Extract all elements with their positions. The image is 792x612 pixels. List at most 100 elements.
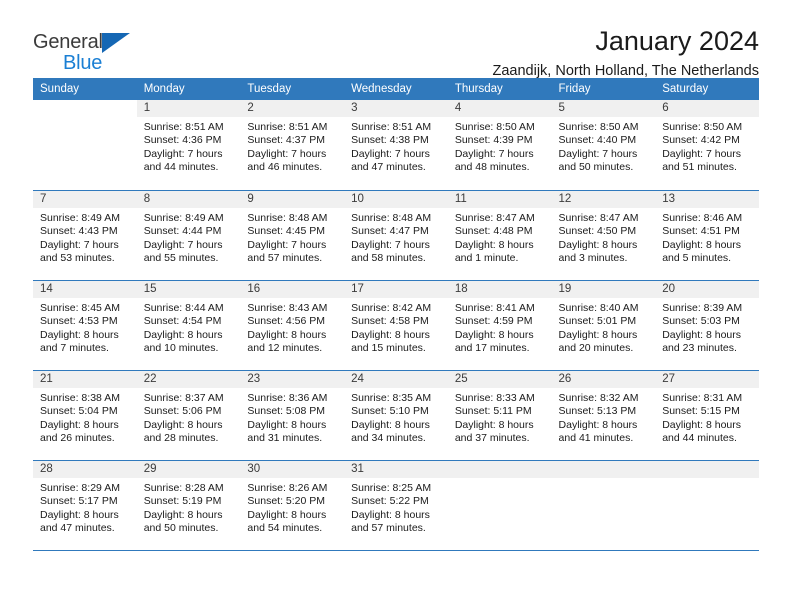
daylight-text-line1: Daylight: 8 hours [247, 508, 327, 521]
calendar-day-cell[interactable]: 29 Sunrise: 8:28 AM Sunset: 5:19 PM Dayligh… [136, 460, 241, 550]
sunrise-text: Sunrise: 8:40 AM [558, 302, 639, 314]
daylight-text-line1: Daylight: 8 hours [558, 238, 638, 251]
daylight-text-line1: Daylight: 8 hours [247, 328, 327, 341]
day-details: Sunrise: 8:45 AM Sunset: 4:53 PM Daylight:… [33, 298, 137, 356]
sunrise-text: Sunrise: 8:38 AM [40, 392, 120, 404]
day-details: Sunrise: 8:40 AM Sunset: 5:01 PM Daylight:… [552, 298, 656, 356]
sunset-text: Sunset: 5:01 PM [558, 315, 637, 328]
sunrise-text: Sunrise: 8:47 AM [454, 212, 535, 224]
calendar-day-cell[interactable]: 16 Sunrise: 8:43 AM Sunset: 4:56 PM Dayligh… [240, 280, 345, 370]
daylight-text-line2: and 1 minute. [454, 252, 519, 265]
day-cell-inner: 8 Sunrise: 8:49 AM Sunset: 4:44 PM Daylight… [136, 190, 241, 280]
day-cell-inner: 29 Sunrise: 8:28 AM Sunset: 5:19 PM Dayligh… [136, 460, 241, 550]
calendar-day-cell[interactable]: 30 Sunrise: 8:26 AM Sunset: 5:20 PM Dayligh… [240, 460, 345, 550]
calendar-day-cell[interactable]: 22 Sunrise: 8:37 AM Sunset: 5:06 PM Dayligh… [136, 370, 241, 460]
day-number: 26 [551, 371, 656, 388]
daylight-text-line2: and 17 minutes. [454, 342, 530, 355]
daylight-text-line1: Daylight: 8 hours [558, 328, 638, 341]
day-cell-inner: 23 Sunrise: 8:36 AM Sunset: 5:08 PM Dayligh… [240, 370, 345, 460]
calendar-day-cell[interactable]: 27 Sunrise: 8:31 AM Sunset: 5:15 PM Dayligh… [655, 370, 759, 460]
day-details: Sunrise: 8:42 AM Sunset: 4:58 PM Daylight:… [344, 298, 448, 356]
day-cell-inner: 30 Sunrise: 8:26 AM Sunset: 5:20 PM Dayligh… [240, 460, 345, 550]
calendar-day-cell[interactable]: 19 Sunrise: 8:40 AM Sunset: 5:01 PM Dayligh… [551, 280, 656, 370]
daylight-text-line2: and 15 minutes. [351, 342, 426, 355]
calendar-day-cell[interactable]: 26 Sunrise: 8:32 AM Sunset: 5:13 PM Dayligh… [551, 370, 656, 460]
calendar-day-cell[interactable]: 4 Sunrise: 8:50 AM Sunset: 4:39 PM Daylight… [447, 100, 552, 190]
day-details: Sunrise: 8:32 AM Sunset: 5:13 PM Daylight:… [552, 388, 656, 446]
calendar-day-cell[interactable]: 1 Sunrise: 8:51 AM Sunset: 4:36 PM Daylight… [136, 100, 241, 190]
day-details: Sunrise: 8:37 AM Sunset: 5:06 PM Daylight:… [137, 388, 241, 446]
day-number [655, 461, 759, 478]
calendar-day-cell[interactable]: 13 Sunrise: 8:46 AM Sunset: 4:51 PM Dayligh… [655, 190, 759, 280]
calendar-day-cell[interactable]: 5 Sunrise: 8:50 AM Sunset: 4:40 PM Daylight… [551, 100, 656, 190]
calendar-day-cell[interactable]: 2 Sunrise: 8:51 AM Sunset: 4:37 PM Daylight… [240, 100, 345, 190]
calendar-day-cell[interactable]: 3 Sunrise: 8:51 AM Sunset: 4:38 PM Daylight… [344, 100, 448, 190]
sunrise-text: Sunrise: 8:36 AM [247, 392, 328, 404]
calendar-day-cell[interactable]: 8 Sunrise: 8:49 AM Sunset: 4:44 PM Daylight… [136, 190, 241, 280]
sunset-text: Sunset: 4:44 PM [143, 225, 222, 238]
day-details [448, 478, 552, 482]
daylight-text-line2: and 48 minutes. [454, 161, 530, 174]
day-cell-inner: 10 Sunrise: 8:48 AM Sunset: 4:47 PM Dayligh… [344, 190, 448, 280]
day-cell-inner: 12 Sunrise: 8:47 AM Sunset: 4:50 PM Dayligh… [551, 190, 656, 280]
day-details: Sunrise: 8:35 AM Sunset: 5:10 PM Daylight:… [344, 388, 448, 446]
day-cell-inner: 1 Sunrise: 8:51 AM Sunset: 4:36 PM Daylight… [136, 100, 241, 190]
day-number [447, 461, 552, 478]
calendar-day-cell[interactable]: 7 Sunrise: 8:49 AM Sunset: 4:43 PM Daylight… [33, 190, 137, 280]
calendar-day-cell[interactable]: 25 Sunrise: 8:33 AM Sunset: 5:11 PM Dayligh… [447, 370, 552, 460]
daylight-text-line1: Daylight: 8 hours [143, 328, 223, 341]
day-number: 24 [344, 371, 448, 388]
calendar-day-cell[interactable]: 24 Sunrise: 8:35 AM Sunset: 5:10 PM Dayligh… [344, 370, 448, 460]
page-title: January 2024 [595, 26, 759, 56]
day-cell-inner: 21 Sunrise: 8:38 AM Sunset: 5:04 PM Dayligh… [33, 370, 137, 460]
calendar-day-cell[interactable]: 9 Sunrise: 8:48 AM Sunset: 4:45 PM Daylight… [240, 190, 345, 280]
daylight-text-line2: and 53 minutes. [40, 252, 115, 265]
day-details: Sunrise: 8:38 AM Sunset: 5:04 PM Daylight:… [33, 388, 137, 446]
day-number: 1 [136, 100, 241, 117]
day-details: Sunrise: 8:51 AM Sunset: 4:36 PM Daylight:… [137, 117, 241, 175]
calendar-day-cell[interactable]: 14 Sunrise: 8:45 AM Sunset: 4:53 PM Dayligh… [33, 280, 137, 370]
daylight-text-line1: Daylight: 7 hours [247, 238, 327, 251]
sunrise-text: Sunrise: 8:51 AM [351, 121, 432, 133]
calendar-day-cell[interactable]: 6 Sunrise: 8:50 AM Sunset: 4:42 PM Daylight… [655, 100, 759, 190]
calendar-day-cell[interactable]: 21 Sunrise: 8:38 AM Sunset: 5:04 PM Dayligh… [33, 370, 137, 460]
calendar-empty-cell [447, 460, 552, 550]
calendar-week-row: 14 Sunrise: 8:45 AM Sunset: 4:53 PM Dayligh… [33, 280, 759, 370]
sunrise-text: Sunrise: 8:39 AM [662, 302, 743, 314]
daylight-text-line2: and 50 minutes. [558, 161, 634, 174]
calendar-day-cell[interactable]: 31 Sunrise: 8:25 AM Sunset: 5:22 PM Dayligh… [344, 460, 448, 550]
calendar-day-cell[interactable]: 17 Sunrise: 8:42 AM Sunset: 4:58 PM Dayligh… [344, 280, 448, 370]
sunrise-text: Sunrise: 8:31 AM [662, 392, 743, 404]
calendar-day-cell[interactable]: 28 Sunrise: 8:29 AM Sunset: 5:17 PM Dayligh… [33, 460, 137, 550]
calendar-day-cell[interactable]: 12 Sunrise: 8:47 AM Sunset: 4:50 PM Dayligh… [551, 190, 656, 280]
sunset-text: Sunset: 5:08 PM [247, 405, 326, 418]
day-number: 4 [447, 100, 552, 117]
day-cell-inner: 4 Sunrise: 8:50 AM Sunset: 4:39 PM Daylight… [447, 100, 552, 190]
sunset-text: Sunset: 4:42 PM [662, 134, 740, 147]
sunrise-text: Sunrise: 8:29 AM [40, 482, 120, 494]
sunset-text: Sunset: 4:54 PM [143, 315, 222, 328]
calendar-day-cell[interactable]: 18 Sunrise: 8:41 AM Sunset: 4:59 PM Dayligh… [447, 280, 552, 370]
sunset-text: Sunset: 4:53 PM [40, 315, 118, 328]
calendar-day-cell[interactable]: 10 Sunrise: 8:48 AM Sunset: 4:47 PM Dayligh… [344, 190, 448, 280]
calendar-day-cell[interactable]: 11 Sunrise: 8:47 AM Sunset: 4:48 PM Dayligh… [447, 190, 552, 280]
day-details [655, 478, 759, 482]
day-cell-inner: 2 Sunrise: 8:51 AM Sunset: 4:37 PM Daylight… [240, 100, 345, 190]
weekday-header-monday: Monday [136, 78, 241, 100]
day-cell-inner: 22 Sunrise: 8:37 AM Sunset: 5:06 PM Dayligh… [136, 370, 241, 460]
day-cell-inner: 28 Sunrise: 8:29 AM Sunset: 5:17 PM Dayligh… [33, 460, 137, 550]
day-cell-inner: 3 Sunrise: 8:51 AM Sunset: 4:38 PM Daylight… [344, 100, 448, 190]
sunset-text: Sunset: 4:38 PM [351, 134, 429, 147]
sunrise-text: Sunrise: 8:42 AM [351, 302, 432, 314]
title-block: January 2024 Zaandijk, North Holland, Th… [492, 26, 759, 79]
day-cell-inner: 16 Sunrise: 8:43 AM Sunset: 4:56 PM Dayligh… [240, 280, 345, 370]
day-cell-inner [655, 460, 759, 550]
day-details: Sunrise: 8:51 AM Sunset: 4:38 PM Daylight:… [344, 117, 448, 175]
calendar-day-cell[interactable]: 20 Sunrise: 8:39 AM Sunset: 5:03 PM Dayligh… [655, 280, 759, 370]
daylight-text-line2: and 26 minutes. [40, 432, 115, 445]
daylight-text-line2: and 3 minutes. [558, 252, 628, 265]
daylight-text-line1: Daylight: 8 hours [143, 418, 223, 431]
calendar-day-cell[interactable]: 23 Sunrise: 8:36 AM Sunset: 5:08 PM Dayligh… [240, 370, 345, 460]
calendar-day-cell[interactable]: 15 Sunrise: 8:44 AM Sunset: 4:54 PM Dayligh… [136, 280, 241, 370]
daylight-text-line2: and 28 minutes. [143, 432, 219, 445]
